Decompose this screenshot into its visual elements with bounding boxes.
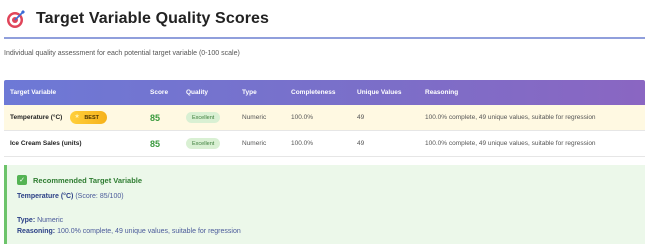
quality-badge: Excellent — [186, 138, 221, 149]
column-header-reasoning: Reasoning — [425, 89, 459, 96]
cell-unique-values: 49 — [357, 114, 365, 121]
reasoning-value: 100.0% complete, 49 unique values, suita… — [57, 228, 241, 235]
recommended-variable-name: Temperature (°C) — [17, 193, 74, 200]
cell-score: 85 — [150, 112, 161, 123]
column-header-target-variable: Target Variable — [10, 89, 57, 96]
cell-target-variable: Ice Cream Sales (units) — [4, 140, 144, 147]
recommended-reasoning: Reasoning: 100.0% complete, 49 unique va… — [17, 228, 241, 235]
variable-name: Temperature (°C) — [10, 114, 63, 121]
recommended-type: Type: Numeric — [17, 217, 63, 224]
column-header-score: Score — [150, 89, 169, 96]
page-title: Target Variable Quality Scores — [36, 10, 270, 27]
cell-score: 85 — [150, 138, 161, 149]
cell-unique-values: 49 — [357, 140, 365, 147]
recommendation-heading: ✓ Recommended Target Variable — [17, 175, 142, 185]
best-badge-label: BEST — [84, 114, 99, 121]
variable-name: Ice Cream Sales (units) — [10, 140, 82, 147]
cell-type: Numeric — [242, 114, 267, 121]
cell-completeness: 100.0% — [291, 114, 314, 121]
cell-completeness: 100.0% — [291, 140, 314, 147]
recommendation-title: Recommended Target Variable — [33, 175, 143, 185]
table-row: Temperature (°C) ★ BEST 85 Excellent Num… — [4, 105, 645, 131]
quality-scores-table: Target Variable Score Quality Type Compl… — [4, 80, 645, 157]
recommended-variable-score: (Score: 85/100) — [75, 193, 124, 200]
column-header-completeness: Completeness — [291, 89, 336, 96]
column-header-unique-values: Unique Values — [357, 89, 402, 96]
reasoning-label: Reasoning: — [17, 228, 56, 235]
recommended-variable: Temperature (°C) (Score: 85/100) — [17, 193, 124, 200]
star-icon: ★ — [74, 114, 80, 120]
target-icon — [6, 9, 26, 29]
page-header: Target Variable Quality Scores — [6, 6, 269, 32]
cell-quality: Excellent — [180, 112, 236, 123]
check-icon: ✓ — [17, 175, 27, 185]
cell-target-variable: Temperature (°C) ★ BEST — [4, 111, 144, 124]
title-divider — [4, 37, 645, 39]
cell-type: Numeric — [242, 140, 267, 147]
table-header: Target Variable Score Quality Type Compl… — [4, 80, 645, 105]
type-value: Numeric — [37, 217, 64, 224]
type-label: Type: — [17, 217, 36, 224]
cell-quality: Excellent — [180, 138, 236, 149]
cell-reasoning: 100.0% complete, 49 unique values, suita… — [425, 114, 596, 121]
page-subtitle: Individual quality assessment for each p… — [4, 50, 240, 57]
cell-reasoning: 100.0% complete, 49 unique values, suita… — [425, 140, 596, 147]
recommended-target-panel: ✓ Recommended Target Variable Temperatur… — [4, 165, 645, 244]
column-header-type: Type — [242, 89, 257, 96]
quality-badge: Excellent — [186, 112, 221, 123]
column-header-quality: Quality — [186, 89, 209, 96]
table-row: Ice Cream Sales (units) 85 Excellent Num… — [4, 131, 645, 157]
best-badge: ★ BEST — [70, 111, 107, 124]
